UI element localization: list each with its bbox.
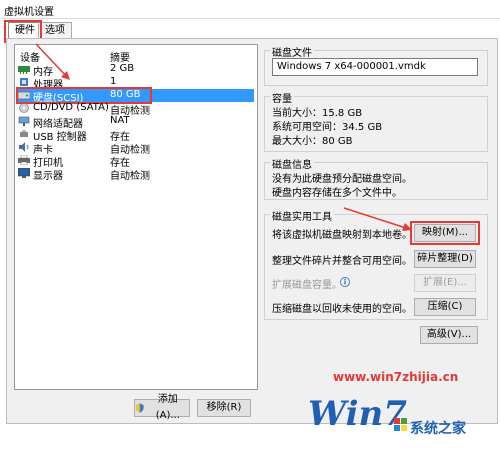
summary-column-header[interactable]: 摘要 — [110, 49, 130, 64]
disk-info-line-2: 硬盘内容存储在多个文件中。 — [272, 188, 402, 199]
device-row-cd-dvd[interactable]: CD/DVD (SATA) 自动检测 — [18, 102, 254, 117]
device-row-printer[interactable]: 打印机 存在 — [18, 154, 254, 169]
annotation-arrow-icon — [343, 207, 412, 231]
disk-file-field[interactable]: Windows 7 x64-000001.vmdk — [272, 58, 478, 76]
tab-options-label: 选项 — [45, 25, 65, 36]
disk-file-label: 磁盘文件 — [270, 44, 314, 59]
defrag-description: 整理文件碎片并整合可用空间。 — [272, 256, 412, 267]
defrag-button-label: 碎片整理(D) — [417, 253, 473, 264]
disk-info-line-1: 没有为此硬盘预分配磁盘空间。 — [272, 174, 412, 185]
device-summary: NAT — [110, 115, 130, 126]
advanced-button[interactable]: 高级(V)... — [420, 326, 478, 344]
printer-icon — [18, 155, 30, 165]
expand-button[interactable]: 扩展(E)... — [414, 274, 476, 292]
windows-logo-icon — [394, 418, 407, 431]
compact-description: 压缩磁盘以回收未使用的空间。 — [272, 304, 412, 315]
disk-utilities-label: 磁盘实用工具 — [270, 208, 334, 223]
device-summary: 自动检测 — [110, 171, 150, 182]
current-size-text: 当前大小：15.8 GB — [272, 108, 363, 119]
title-bar: 虚拟机设置 — [0, 0, 500, 19]
device-name: CD/DVD (SATA) — [33, 102, 109, 113]
cd-dvd-icon — [19, 103, 29, 113]
add-button-label: 添加(A)... — [155, 394, 180, 421]
free-space-text: 系统可用空间：34.5 GB — [272, 122, 383, 133]
device-row-usb[interactable]: USB 控制器 存在 — [18, 128, 254, 143]
display-icon — [18, 168, 30, 178]
advanced-button-label: 高级(V)... — [426, 329, 472, 340]
expand-description: 扩展磁盘容量。 — [272, 280, 342, 291]
watermark-logo: Win7 系统之家 — [300, 388, 500, 452]
window-title: 虚拟机设置 — [4, 7, 54, 18]
shield-icon — [135, 403, 144, 413]
disk-file-value: Windows 7 x64-000001.vmdk — [277, 61, 426, 72]
watermark-logo-text: Win7 — [308, 394, 407, 434]
compact-button-label: 压缩(C) — [427, 301, 463, 312]
max-size-text: 最大大小：80 GB — [272, 136, 353, 147]
tab-options[interactable]: 选项 — [38, 22, 72, 39]
add-button[interactable]: 添加(A)... — [134, 394, 190, 421]
memory-icon — [18, 66, 30, 74]
device-name: 显示器 — [33, 171, 63, 182]
network-adapter-icon — [18, 116, 30, 126]
device-row-display[interactable]: 显示器 自动检测 — [18, 167, 254, 182]
processor-icon — [20, 78, 28, 86]
disk-info-label: 磁盘信息 — [270, 156, 314, 171]
defrag-button[interactable]: 碎片整理(D) — [414, 250, 476, 268]
device-row-network[interactable]: 网络适配器 NAT — [18, 115, 254, 130]
remove-button[interactable]: 移除(R) — [197, 399, 251, 417]
compact-button[interactable]: 压缩(C) — [414, 298, 476, 316]
watermark-logo-cn: 系统之家 — [410, 421, 466, 437]
info-icon: ⓘ — [340, 278, 350, 289]
device-summary: 2 GB — [110, 63, 135, 74]
capacity-label: 容量 — [270, 90, 294, 105]
device-row-sound[interactable]: 声卡 自动检测 — [18, 141, 254, 156]
remove-button-label: 移除(R) — [206, 402, 242, 413]
expand-button-label: 扩展(E)... — [423, 277, 467, 288]
map-button-highlight — [410, 221, 480, 245]
sound-card-icon — [19, 142, 29, 152]
usb-icon — [20, 130, 28, 137]
watermark-url: www.win7zhijia.cn — [333, 370, 459, 384]
device-summary: 1 — [110, 76, 117, 87]
annotation-arrow-icon — [35, 43, 70, 80]
